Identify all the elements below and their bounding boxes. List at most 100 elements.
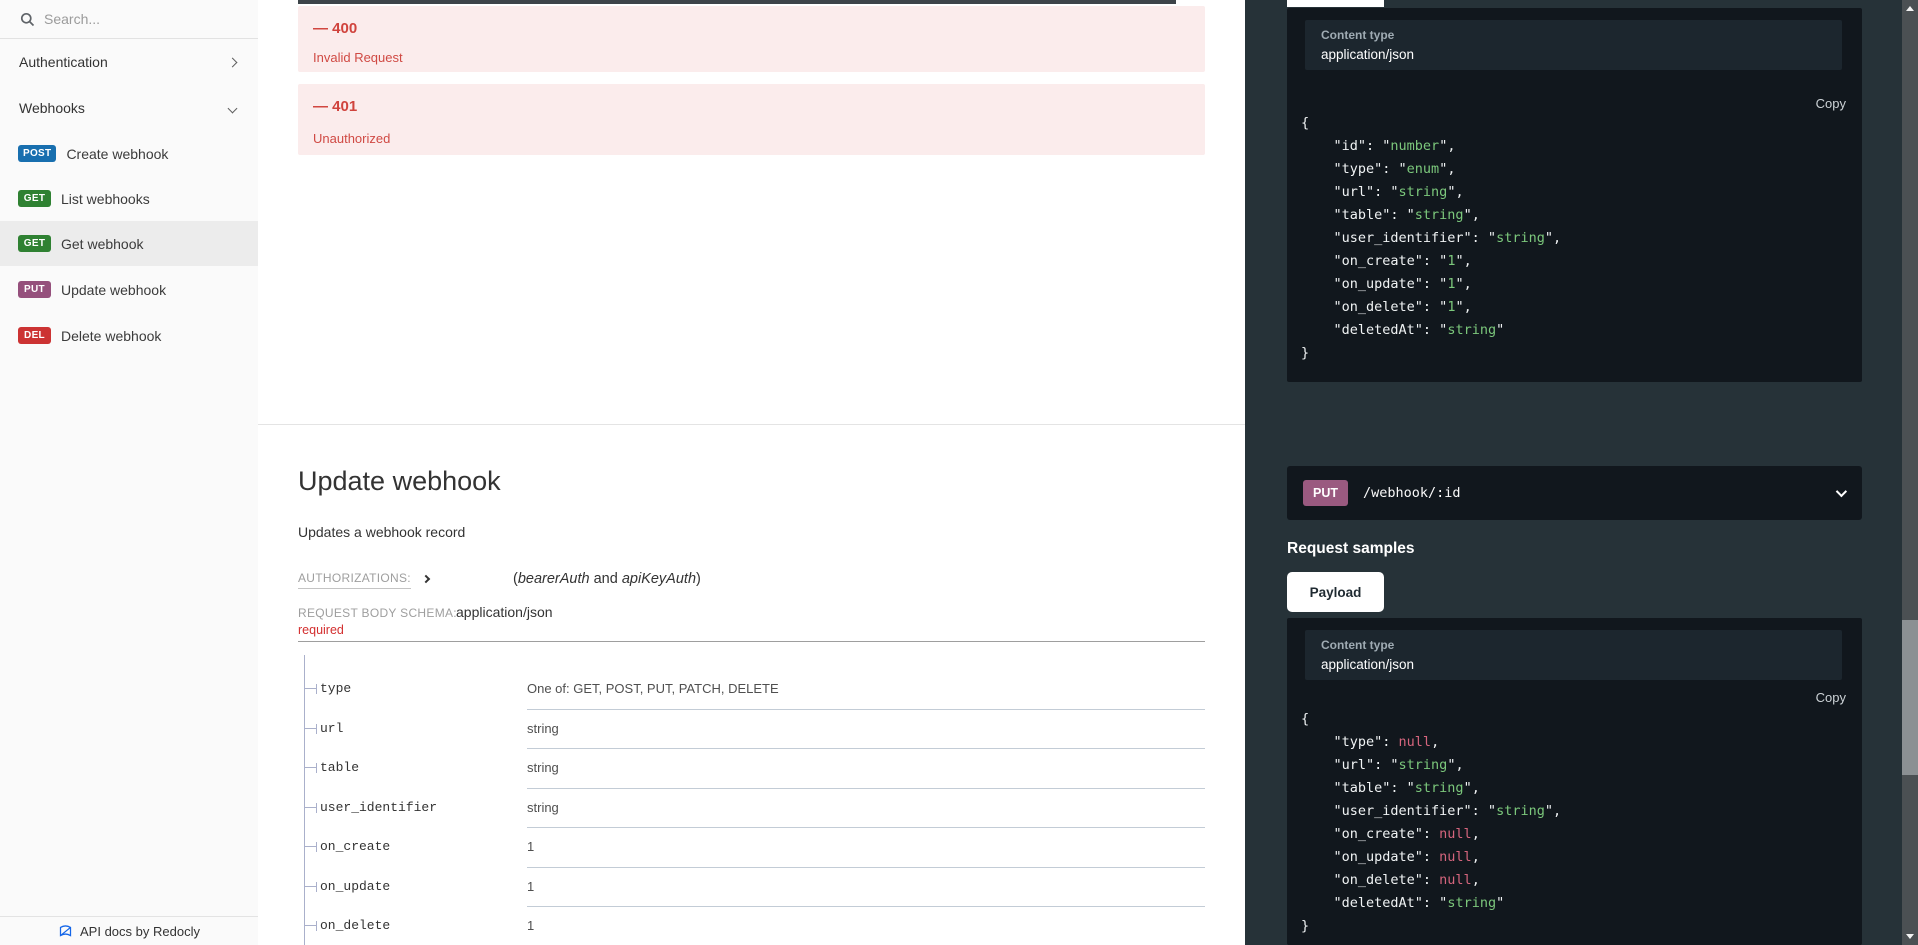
json-code: { "id": "number", "type": "enum", "url":… bbox=[1301, 112, 1561, 365]
response-401-block[interactable]: — 401 Unauthorized bbox=[298, 84, 1205, 155]
content-type-label: Content type bbox=[1321, 638, 1394, 652]
response-code: — 401 bbox=[313, 98, 357, 115]
field-divider bbox=[527, 788, 1205, 789]
schema-field-on-update: on_update 1 bbox=[258, 887, 1205, 888]
scrollbar-thumb[interactable] bbox=[1902, 620, 1918, 775]
page-title: Update webhook bbox=[298, 466, 501, 497]
tree-connector-icon bbox=[304, 807, 316, 808]
tree-connector-icon bbox=[304, 925, 316, 926]
field-value: 1 bbox=[527, 839, 534, 854]
http-method-badge: DEL bbox=[18, 327, 51, 344]
schema-field-on-delete: on_delete 1 bbox=[258, 926, 1205, 927]
content-type-value: application/json bbox=[1321, 657, 1414, 672]
request-sample-block: Content type application/json Copy { "ty… bbox=[1287, 618, 1862, 945]
sidebar-item-get-webhook[interactable]: GET Get webhook bbox=[0, 221, 258, 266]
search-icon bbox=[20, 12, 35, 27]
authorizations-expand-icon[interactable] bbox=[421, 575, 429, 583]
redocly-footer-link[interactable]: API docs by Redocly bbox=[0, 916, 258, 945]
schema-field-user-identifier: user_identifier string bbox=[258, 808, 1205, 809]
field-value: 1 bbox=[527, 918, 534, 933]
schema-divider bbox=[298, 641, 1205, 642]
search-box[interactable] bbox=[0, 0, 258, 39]
sidebar-group-authentication[interactable]: Authentication bbox=[0, 44, 258, 80]
sidebar-item-label: Update webhook bbox=[61, 282, 166, 298]
authorizations-value: (bearerAuth and apiKeyAuth) bbox=[513, 571, 701, 587]
tree-connector-icon bbox=[304, 886, 316, 887]
response-sample-block: Content type application/json Copy { "id… bbox=[1287, 8, 1862, 382]
section-divider bbox=[258, 424, 1245, 425]
group-label: Authentication bbox=[19, 54, 108, 70]
group-label: Webhooks bbox=[19, 100, 85, 116]
tree-connector-icon bbox=[304, 846, 316, 847]
tree-connector-icon bbox=[304, 767, 316, 768]
endpoint-bar[interactable]: PUT /webhook/:id bbox=[1287, 466, 1862, 520]
schema-field-url: url string bbox=[258, 729, 1205, 730]
sidebar-item-label: Get webhook bbox=[61, 236, 144, 252]
http-method-badge: PUT bbox=[18, 281, 51, 298]
field-name: on_delete bbox=[320, 918, 390, 933]
content-type-value: application/json bbox=[1321, 47, 1414, 62]
response-code: — 400 bbox=[313, 20, 357, 37]
sidebar-group-webhooks[interactable]: Webhooks bbox=[0, 90, 258, 126]
scroll-up-icon[interactable] bbox=[1906, 6, 1914, 11]
content-type-dropdown[interactable]: Content type application/json bbox=[1305, 20, 1842, 70]
field-value: string bbox=[527, 721, 559, 736]
tree-connector-icon bbox=[304, 688, 316, 689]
field-name: on_update bbox=[320, 879, 390, 894]
schema-tree-trunk bbox=[304, 655, 305, 945]
search-input[interactable] bbox=[44, 11, 214, 27]
sidebar-item-update-webhook[interactable]: PUT Update webhook bbox=[0, 267, 258, 312]
field-divider bbox=[527, 709, 1205, 710]
field-divider bbox=[527, 906, 1205, 907]
response-description: Invalid Request bbox=[313, 50, 403, 65]
sidebar-item-list-webhooks[interactable]: GET List webhooks bbox=[0, 176, 258, 221]
field-divider bbox=[527, 867, 1205, 868]
authorizations-label: AUTHORIZATIONS: bbox=[298, 571, 411, 589]
tab-payload[interactable]: Payload bbox=[1287, 572, 1384, 612]
response-description: Unauthorized bbox=[313, 131, 390, 146]
footer-label: API docs by Redocly bbox=[80, 924, 200, 939]
schema-field-on-create: on_create 1 bbox=[258, 847, 1205, 848]
http-method-badge: GET bbox=[18, 235, 51, 252]
http-method-badge: POST bbox=[18, 145, 56, 162]
content-type-label: Content type bbox=[1321, 28, 1394, 42]
field-name: type bbox=[320, 681, 351, 696]
sidebar-item-label: List webhooks bbox=[61, 191, 150, 207]
response-400-block[interactable]: — 400 Invalid Request bbox=[298, 6, 1205, 72]
sidebar: Authentication Webhooks POST Create webh… bbox=[0, 0, 258, 945]
request-body-content-type: application/json bbox=[456, 604, 553, 620]
copy-button[interactable]: Copy bbox=[1816, 690, 1846, 705]
field-value: string bbox=[527, 800, 559, 815]
vertical-scrollbar[interactable] bbox=[1902, 0, 1918, 945]
required-flag: required bbox=[298, 623, 344, 637]
http-method-badge: GET bbox=[18, 190, 51, 207]
sidebar-item-label: Create webhook bbox=[66, 146, 168, 162]
field-name: on_create bbox=[320, 839, 390, 854]
field-value: One of: GET, POST, PUT, PATCH, DELETE bbox=[527, 681, 779, 696]
samples-panel: Content type application/json Copy { "id… bbox=[1245, 0, 1918, 945]
sidebar-item-delete-webhook[interactable]: DEL Delete webhook bbox=[0, 313, 258, 358]
field-name: url bbox=[320, 721, 343, 736]
request-body-schema-label: REQUEST BODY SCHEMA: bbox=[298, 606, 457, 620]
authorizations-row: AUTHORIZATIONS: bbox=[298, 571, 429, 585]
request-samples-title: Request samples bbox=[1287, 540, 1415, 558]
chevron-down-icon bbox=[1836, 486, 1847, 497]
copy-button[interactable]: Copy bbox=[1816, 96, 1846, 111]
schema-field-type: type One of: GET, POST, PUT, PATCH, DELE… bbox=[258, 689, 1205, 690]
field-value: string bbox=[527, 760, 559, 775]
field-name: user_identifier bbox=[320, 800, 437, 815]
chevron-right-icon bbox=[228, 57, 238, 67]
content-type-dropdown[interactable]: Content type application/json bbox=[1305, 630, 1842, 680]
payload-tab-partial[interactable] bbox=[1287, 0, 1384, 7]
scroll-down-icon[interactable] bbox=[1906, 934, 1914, 939]
json-code: { "type": null, "url": "string", "table"… bbox=[1301, 708, 1561, 938]
content-column: — 400 Invalid Request — 401 Unauthorized… bbox=[258, 0, 1245, 945]
sidebar-item-create-webhook[interactable]: POST Create webhook bbox=[0, 131, 258, 176]
field-divider bbox=[527, 827, 1205, 828]
chevron-down-icon bbox=[228, 103, 238, 113]
endpoint-path: /webhook/:id bbox=[1363, 485, 1461, 501]
previous-section-edge bbox=[298, 0, 1176, 4]
redocly-logo-icon bbox=[58, 924, 73, 939]
tree-connector-icon bbox=[304, 728, 316, 729]
operation-description: Updates a webhook record bbox=[298, 524, 465, 540]
